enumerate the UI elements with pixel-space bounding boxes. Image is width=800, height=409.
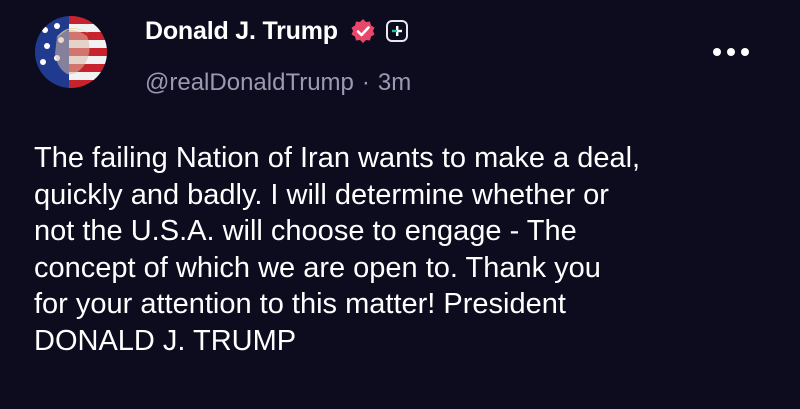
author-handle[interactable]: @realDonaldTrump — [145, 68, 354, 98]
post-body-text: The failing Nation of Iran wants to make… — [34, 142, 641, 357]
avatar[interactable] — [35, 16, 107, 88]
post-timestamp[interactable]: 3m — [378, 68, 411, 98]
avatar-flag-portrait-icon — [35, 16, 107, 88]
plus-badge-icon[interactable] — [385, 20, 408, 42]
author-display-name[interactable]: Donald J. Trump — [145, 14, 338, 48]
more-dot — [713, 48, 721, 56]
more-dot — [727, 48, 735, 56]
author-name-row: Donald J. Trump — [145, 14, 408, 48]
meta-separator: · — [361, 69, 370, 96]
author-handle-row: @realDonaldTrump · 3m — [145, 68, 411, 98]
post-card: Donald J. Trump @realDonaldTrump · 3m Th… — [0, 0, 800, 409]
verified-badge-icon — [350, 18, 376, 44]
more-options-icon[interactable] — [713, 48, 749, 56]
more-dot — [741, 48, 749, 56]
